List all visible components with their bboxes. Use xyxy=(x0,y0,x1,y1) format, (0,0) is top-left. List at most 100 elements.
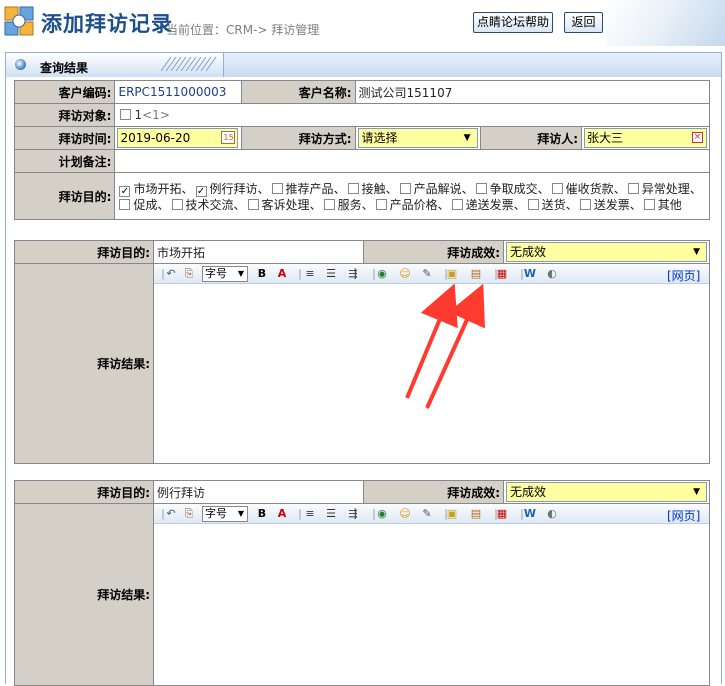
help-button[interactable]: 点睛论坛帮助 xyxy=(473,12,553,33)
align-icon[interactable]: ≡ xyxy=(303,507,317,521)
bullet-icon xyxy=(15,59,26,70)
purpose-option-label: 技术交流 xyxy=(185,197,234,212)
section2-purpose-label: 拜访目的: xyxy=(14,480,154,504)
purpose-option[interactable]: 其他 xyxy=(642,198,682,212)
indent-icon[interactable]: ⇶ xyxy=(346,267,360,281)
purpose-option[interactable]: 技术交流 xyxy=(170,198,234,212)
link-icon[interactable]: ◉ xyxy=(375,267,389,281)
checkbox-icon[interactable] xyxy=(551,182,563,194)
purpose-option[interactable]: 递送发票 xyxy=(450,198,514,212)
customer-code-label: 客户编码: xyxy=(13,80,116,104)
section2-effect-cell: 无成效 ▼ xyxy=(503,480,710,504)
section2-result-editor[interactable]: | ↶ ⎘ 字号 ▼ B A | ≡ ☰ ⇶ | ◉ ☺ ✎ | ▣ ▤ | ▦ | W ◐ [网页] xyxy=(153,503,710,686)
visit-time-input[interactable]: 2019-06-20 15 xyxy=(117,128,239,148)
purpose-option[interactable]: 客诉处理 xyxy=(246,198,310,212)
purpose-option[interactable]: 产品解说 xyxy=(398,182,462,196)
preview-icon[interactable]: ◐ xyxy=(545,267,559,281)
checked-checkbox-icon[interactable]: ✓ xyxy=(195,185,207,197)
link-icon[interactable]: ◉ xyxy=(375,507,389,521)
visitor-input[interactable]: 张大三 × xyxy=(584,128,707,148)
image-icon[interactable]: ▣ xyxy=(445,507,459,521)
undo-icon[interactable]: ↶ xyxy=(164,267,178,281)
save-icon[interactable]: ▤ xyxy=(469,267,483,281)
purpose-option[interactable]: 接触 xyxy=(346,182,386,196)
checkbox-icon[interactable] xyxy=(375,198,387,210)
calendar-icon[interactable]: 15 xyxy=(221,131,236,144)
result-section-1: 拜访目的: 市场开拓 拜访成效: 无成效 ▼ 拜访结果: | ↶ ⎘ 字号 ▼ B A | ≡ ☰ ⇶… xyxy=(14,240,710,464)
checkbox-icon[interactable] xyxy=(247,198,259,210)
checkbox-icon[interactable] xyxy=(399,182,411,194)
edit-icon[interactable]: ✎ xyxy=(420,267,434,281)
word-icon[interactable]: W xyxy=(523,267,537,281)
customer-name-value: 测试公司151107 xyxy=(354,80,711,104)
purpose-option[interactable]: 催收货款 xyxy=(550,182,614,196)
align-icon[interactable]: ≡ xyxy=(303,267,317,281)
page-title: 添加拜访记录 xyxy=(41,12,173,36)
font-size-select[interactable]: 字号 ▼ xyxy=(202,266,248,282)
checkbox-icon[interactable] xyxy=(475,182,487,194)
indent-icon[interactable]: ⇶ xyxy=(346,507,360,521)
word-icon[interactable]: W xyxy=(523,507,537,521)
checkbox-icon[interactable] xyxy=(451,198,463,210)
visit-target-checkbox[interactable] xyxy=(120,109,132,120)
section1-effect-select[interactable]: 无成效 ▼ xyxy=(506,242,707,262)
ordered-list-icon[interactable]: ☰ xyxy=(324,507,338,521)
purpose-option[interactable]: 产品价格 xyxy=(374,198,438,212)
panel-tab[interactable]: 查询结果 xyxy=(6,53,224,77)
plan-note-label: 计划备注: xyxy=(13,149,116,173)
checkbox-icon[interactable] xyxy=(119,198,131,210)
checkbox-icon[interactable] xyxy=(323,198,335,210)
purpose-option-label: 异常处理 xyxy=(641,181,690,196)
font-color-icon[interactable]: A xyxy=(275,507,289,521)
visit-form: 客户编码: ERPC1511000003 客户名称: 测试公司151107 拜访… xyxy=(13,80,711,220)
web-view-link[interactable]: [网页] xyxy=(667,507,700,524)
visit-time-label: 拜访时间: xyxy=(13,126,116,150)
media-icon[interactable]: ▦ xyxy=(495,507,509,521)
back-button[interactable]: 返回 xyxy=(564,12,603,33)
visit-method-select[interactable]: 请选择 ▼ xyxy=(357,128,478,148)
font-size-select[interactable]: 字号 ▼ xyxy=(202,506,248,522)
checkbox-icon[interactable] xyxy=(271,182,283,194)
paste-icon[interactable]: ⎘ xyxy=(182,507,196,521)
section2-editor-toolbar: | ↶ ⎘ 字号 ▼ B A | ≡ ☰ ⇶ | ◉ ☺ ✎ | ▣ ▤ | ▦ | W ◐ [网页] xyxy=(154,504,709,524)
purpose-option[interactable]: 推荐产品 xyxy=(270,182,334,196)
paste-icon[interactable]: ⎘ xyxy=(182,267,196,281)
app-logo-icon xyxy=(4,6,34,36)
bold-icon[interactable]: B xyxy=(255,267,269,281)
purpose-option-label: 市场开拓 xyxy=(133,181,182,196)
purpose-option[interactable]: 送发票 xyxy=(578,198,630,212)
purpose-option-label: 推荐产品 xyxy=(285,181,334,196)
panel-tab-label: 查询结果 xyxy=(40,61,89,75)
purpose-option[interactable]: ✓ 市场开拓 xyxy=(117,181,182,197)
section2-effect-select[interactable]: 无成效 ▼ xyxy=(506,482,707,502)
purpose-option[interactable]: ✓ 例行拜访 xyxy=(194,182,258,197)
purpose-option[interactable]: 异常处理 xyxy=(626,182,690,196)
plan-note-input[interactable] xyxy=(114,149,710,173)
purpose-option[interactable]: 服务 xyxy=(322,198,362,212)
preview-icon[interactable]: ◐ xyxy=(545,507,559,521)
ordered-list-icon[interactable]: ☰ xyxy=(324,267,338,281)
edit-icon[interactable]: ✎ xyxy=(420,507,434,521)
checkbox-icon[interactable] xyxy=(643,198,655,210)
emoticon-icon[interactable]: ☺ xyxy=(398,267,412,281)
chevron-down-icon: ▼ xyxy=(463,133,471,143)
purpose-option-label: 接触 xyxy=(361,181,386,196)
purpose-option[interactable]: 促成 xyxy=(117,198,158,212)
checkbox-icon[interactable] xyxy=(527,198,539,210)
undo-icon[interactable]: ↶ xyxy=(164,507,178,521)
image-icon[interactable]: ▣ xyxy=(445,267,459,281)
emoticon-icon[interactable]: ☺ xyxy=(398,507,412,521)
checkbox-icon[interactable] xyxy=(579,198,591,210)
clear-icon[interactable]: × xyxy=(692,132,703,143)
checkbox-icon[interactable] xyxy=(347,182,359,194)
web-view-link[interactable]: [网页] xyxy=(667,267,700,284)
media-icon[interactable]: ▦ xyxy=(495,267,509,281)
purpose-option[interactable]: 争取成交 xyxy=(474,182,538,196)
save-icon[interactable]: ▤ xyxy=(469,507,483,521)
bold-icon[interactable]: B xyxy=(255,507,269,521)
checkbox-icon[interactable] xyxy=(627,182,639,194)
checked-checkbox-icon[interactable]: ✓ xyxy=(119,185,131,197)
checkbox-icon[interactable] xyxy=(171,198,183,210)
purpose-option[interactable]: 送货 xyxy=(526,198,566,212)
font-color-icon[interactable]: A xyxy=(275,267,289,281)
